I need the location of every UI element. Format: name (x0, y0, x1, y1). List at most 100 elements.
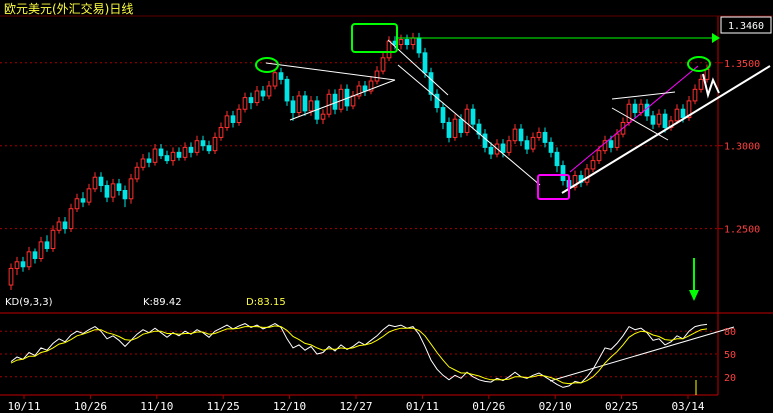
candle-body (500, 143, 506, 153)
candle-body (530, 136, 536, 150)
candle-body (632, 103, 638, 114)
candle-body (704, 68, 710, 80)
candle-body (308, 100, 314, 112)
candle-body (86, 188, 92, 203)
price-tick-label: 1.3000 (724, 142, 760, 153)
candle-body (608, 140, 614, 148)
candle-body (650, 115, 656, 125)
candle-body (248, 97, 254, 104)
chart-frame (0, 0, 773, 413)
candle-body (482, 133, 488, 148)
candle-body (386, 40, 392, 59)
kd-k-value: K:89.42 (143, 297, 182, 308)
candle-body (362, 85, 368, 92)
candle-body (110, 183, 116, 198)
kd-axis-labels: 80 50 20 (724, 327, 736, 384)
date-tick-label: 10/11 (7, 400, 40, 413)
date-tick-label: 01/11 (406, 400, 439, 413)
candle-body (230, 115, 236, 123)
candle-body (488, 146, 494, 155)
candle-body (140, 158, 146, 168)
date-tick-label: 11/10 (140, 400, 173, 413)
candle-body (338, 88, 344, 110)
candle-body (656, 113, 662, 125)
candle-body (638, 103, 644, 114)
candle-body (164, 155, 170, 162)
candle-body (176, 151, 182, 158)
candle-body (20, 261, 26, 268)
candle-body (26, 251, 32, 268)
candle-body (554, 151, 560, 167)
candle-body (188, 146, 194, 153)
candle-body (212, 136, 218, 152)
candle-body (236, 108, 242, 123)
price-tick-label: 1.3500 (724, 59, 760, 70)
candle-body (194, 140, 200, 153)
candle-body (296, 95, 302, 114)
date-tick-label: 12/27 (339, 400, 372, 413)
candle-body (302, 95, 308, 112)
candle-body (662, 113, 668, 128)
candle-body (14, 261, 20, 269)
candle-body (278, 72, 284, 80)
date-tick-label: 01/26 (472, 400, 505, 413)
kd-tick-label: 50 (724, 350, 736, 361)
candle-body (170, 151, 176, 162)
candle-body (560, 165, 566, 182)
candle-body (128, 178, 134, 200)
date-tick-label: 12/10 (273, 400, 306, 413)
candle-body (614, 133, 620, 148)
candle-body (692, 88, 698, 102)
candle-body (512, 128, 518, 142)
candle-body (266, 85, 272, 97)
candle-body (80, 198, 86, 203)
candle-body (548, 141, 554, 153)
candle-body (374, 70, 380, 82)
candle-body (518, 128, 524, 142)
candle-body (50, 229, 56, 250)
candle-body (8, 267, 14, 286)
kd-d-value: D:83.15 (246, 297, 286, 308)
chart-title: 欧元美元(外汇交易)日线 (4, 1, 133, 16)
candle-body (458, 118, 464, 133)
candle-body (350, 95, 356, 107)
price-tick-label: 1.2500 (724, 225, 760, 236)
candle-body (542, 131, 548, 143)
date-tick-label: 10/26 (74, 400, 107, 413)
candle-body (464, 108, 470, 133)
candle-body (644, 103, 650, 117)
candle-body (242, 97, 248, 110)
candle-body (146, 158, 152, 163)
kd-tick-label: 20 (724, 373, 736, 384)
candle-body (698, 78, 704, 90)
candle-body (404, 39, 410, 46)
candle-body (134, 166, 140, 180)
candle-body (446, 121, 452, 138)
candle-body (674, 108, 680, 122)
date-tick-label: 11/25 (207, 400, 240, 413)
candle-body (290, 100, 296, 114)
candle-body (416, 37, 422, 54)
candle-body (440, 107, 446, 123)
candle-body (122, 189, 128, 200)
candle-body (158, 148, 164, 157)
candle-body (596, 150, 602, 162)
candle-body (410, 37, 416, 46)
date-tick-label: 03/14 (671, 400, 704, 413)
candle-body (44, 241, 50, 250)
candle-body (182, 146, 188, 158)
candle-body (32, 251, 38, 259)
candle-body (206, 145, 212, 152)
candle-body (254, 90, 260, 104)
candle-body (470, 108, 476, 125)
candle-body (104, 185, 110, 198)
candle-body (536, 131, 542, 138)
forex-chart: 1.3500 1.3000 1.2500 80 50 20 10/11 10/26 11/1… (0, 0, 773, 413)
candle-body (260, 90, 266, 97)
candle-body (98, 176, 104, 187)
kd-indicator-name: KD(9,3,3) (5, 297, 53, 308)
candle-body (224, 115, 230, 128)
candle-body (62, 221, 68, 230)
candle-body (506, 140, 512, 153)
candle-body (272, 72, 278, 87)
